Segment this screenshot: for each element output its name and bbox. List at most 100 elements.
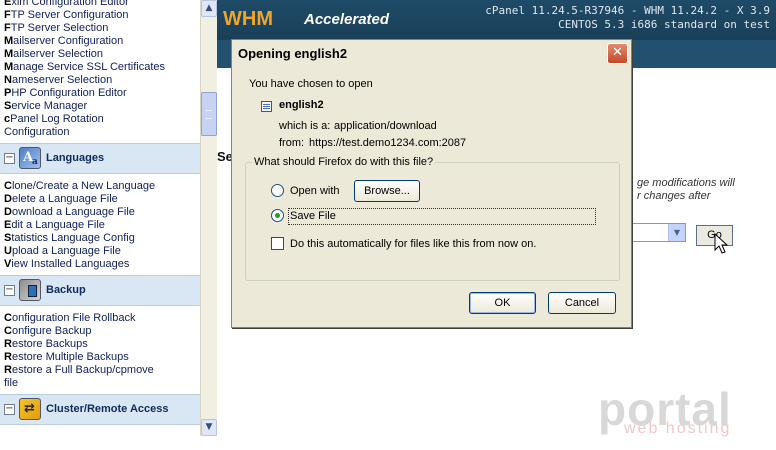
sidebar-link-item[interactable]: Manage Service SSL Certificates bbox=[0, 61, 200, 74]
collapse-toggle-icon[interactable]: − bbox=[4, 285, 15, 296]
whm-logo-accent: Accelerated bbox=[304, 11, 390, 28]
action-question: What should Firefox do with this file? bbox=[252, 156, 436, 168]
sidebar-link-item[interactable]: PHP Configuration Editor bbox=[0, 87, 200, 100]
section-backup-header[interactable]: − Backup bbox=[0, 275, 200, 306]
sidebar-link-item-label: anage Service SSL Certificates bbox=[13, 61, 166, 73]
collapse-toggle-icon[interactable]: − bbox=[4, 404, 15, 415]
sidebar-link-item[interactable]: FTP Server Selection bbox=[0, 22, 200, 35]
languages-list: Clone/Create a New Language Delete a Lang… bbox=[0, 180, 200, 271]
download-dialog: Opening english2 ✕ You have chosen to op… bbox=[231, 39, 632, 328]
sidebar-link-item-key: F bbox=[4, 9, 11, 21]
chevron-down-icon[interactable]: ▼ bbox=[668, 224, 685, 241]
browse-button[interactable]: Browse... bbox=[354, 180, 420, 202]
backup-link-item[interactable]: Restore Multiple Backups bbox=[0, 351, 200, 364]
sidebar-link-item-label: ailserver Configuration bbox=[13, 35, 124, 47]
languages-link-item[interactable]: View Installed Languages bbox=[0, 258, 200, 271]
backup-link-item-label: estore Backups bbox=[11, 338, 88, 350]
ok-button[interactable]: OK bbox=[469, 292, 536, 314]
backup-link-item-label: file bbox=[4, 377, 19, 389]
sidebar-top-list: Exim Configuration Editor FTP Server Conf… bbox=[0, 0, 200, 139]
sidebar-link-item[interactable]: Service Manager bbox=[0, 100, 200, 113]
sidebar-link-item-label: ervice Manager bbox=[11, 100, 88, 112]
languages-link-item-label: dit a Language File bbox=[11, 219, 105, 231]
sidebar-link-item-label: Configuration bbox=[4, 126, 70, 138]
sidebar-link-item-label: xim Configuration Editor bbox=[11, 0, 129, 8]
backup-link-item-label: estore a Full Backup/cpmove bbox=[11, 364, 154, 376]
sidebar-scrollbar[interactable]: ▲ ▼ bbox=[200, 0, 217, 436]
file-source-label: from: bbox=[279, 137, 305, 149]
save-file-radio[interactable] bbox=[271, 209, 284, 222]
sidebar-link-item-key: F bbox=[4, 22, 11, 34]
sidebar-link-item-label: TP Server Selection bbox=[10, 22, 109, 34]
backup-icon bbox=[19, 279, 41, 301]
backup-link-item-label: estore Multiple Backups bbox=[11, 351, 129, 363]
section-languages-header[interactable]: − A a Languages bbox=[0, 143, 200, 174]
languages-link-item-label: elete a Language File bbox=[11, 193, 118, 205]
collapse-toggle-icon[interactable]: − bbox=[4, 153, 15, 164]
languages-link-item[interactable]: Download a Language File bbox=[0, 206, 200, 219]
sidebar-link-item-label: TP Server Configuration bbox=[10, 9, 129, 21]
sidebar-link-item[interactable]: Mailserver Configuration bbox=[0, 35, 200, 48]
backup-link-item-key: C bbox=[4, 312, 12, 324]
cancel-button[interactable]: Cancel bbox=[548, 292, 616, 314]
section-backup-title: Backup bbox=[46, 284, 86, 296]
save-file-label[interactable]: Save File bbox=[290, 210, 336, 222]
backup-link-item-key: C bbox=[4, 325, 12, 337]
sidebar-link-item-label: Panel Log Rotation bbox=[10, 113, 104, 125]
note-line-2: r changes after bbox=[637, 190, 711, 202]
open-with-radio[interactable] bbox=[271, 184, 284, 197]
sidebar-link-item[interactable]: Exim Configuration Editor bbox=[0, 0, 200, 9]
backup-link-item-key: R bbox=[4, 338, 12, 350]
backup-link-item[interactable]: Configuration File Rollback bbox=[0, 312, 200, 325]
languages-link-item-label: tatistics Language Config bbox=[11, 232, 135, 244]
sidebar-link-item[interactable]: FTP Server Configuration bbox=[0, 9, 200, 22]
sidebar-link-item-key: M bbox=[4, 35, 14, 47]
sidebar-link-item-key: M bbox=[4, 48, 14, 60]
languages-link-item-key: U bbox=[4, 245, 12, 257]
file-icon bbox=[261, 101, 272, 112]
sidebar-link-item[interactable]: cPanel Log Rotation bbox=[0, 113, 200, 126]
languages-link-item[interactable]: Edit a Language File bbox=[0, 219, 200, 232]
scroll-up-icon[interactable]: ▲ bbox=[201, 0, 217, 17]
sidebar-link-item-label: HP Configuration Editor bbox=[11, 87, 127, 99]
dialog-title: Opening english2 bbox=[238, 46, 348, 61]
open-with-label[interactable]: Open with bbox=[290, 185, 340, 197]
languages-link-item-key: D bbox=[4, 206, 12, 218]
section-cluster-title: Cluster/Remote Access bbox=[46, 403, 169, 415]
sidebar-link-item[interactable]: Configuration bbox=[0, 126, 200, 139]
scroll-down-icon[interactable]: ▼ bbox=[201, 419, 217, 436]
section-languages-title: Languages bbox=[46, 152, 105, 164]
sidebar: Exim Configuration Editor FTP Server Conf… bbox=[0, 0, 200, 450]
sidebar-link-item-key: N bbox=[4, 74, 12, 86]
languages-link-item-key: C bbox=[4, 180, 12, 192]
languages-link-item[interactable]: Clone/Create a New Language bbox=[0, 180, 200, 193]
languages-link-item[interactable]: Statistics Language Config bbox=[0, 232, 200, 245]
whm-logo: WHM bbox=[223, 8, 273, 30]
sidebar-link-item-label: ailserver Selection bbox=[13, 48, 104, 60]
languages-link-item-label: lone/Create a New Language bbox=[11, 180, 156, 192]
sidebar-link-item[interactable]: Mailserver Selection bbox=[0, 48, 200, 61]
backup-link-item[interactable]: Configure Backup bbox=[0, 325, 200, 338]
dialog-intro: You have chosen to open bbox=[249, 78, 373, 90]
language-select[interactable]: ▼ bbox=[632, 223, 686, 242]
file-source-value: https://test.demo1234.com:2087 bbox=[309, 137, 467, 149]
note-line-1: ge modifications will bbox=[637, 177, 735, 189]
backup-link-item-key: R bbox=[4, 364, 12, 376]
scrollbar-thumb[interactable] bbox=[201, 92, 217, 136]
section-cluster-header[interactable]: − ⇄ Cluster/Remote Access bbox=[0, 394, 200, 425]
backup-link-item[interactable]: file bbox=[0, 377, 200, 390]
auto-checkbox[interactable] bbox=[271, 237, 284, 250]
languages-link-item[interactable]: Upload a Language File bbox=[0, 245, 200, 258]
auto-label[interactable]: Do this automatically for files like thi… bbox=[290, 238, 536, 250]
file-type-label: which is a: bbox=[279, 120, 331, 132]
backup-link-item-label: onfigure Backup bbox=[11, 325, 92, 337]
sidebar-link-item[interactable]: Nameserver Selection bbox=[0, 74, 200, 87]
server-line: CENTOS 5.3 i686 standard on test bbox=[558, 18, 770, 31]
backup-link-item[interactable]: Restore a Full Backup/cpmove bbox=[0, 364, 200, 377]
languages-link-item[interactable]: Delete a Language File bbox=[0, 193, 200, 206]
file-type-value: application/download bbox=[334, 120, 437, 132]
watermark-tagline: web hosting bbox=[624, 420, 732, 437]
close-icon[interactable]: ✕ bbox=[607, 43, 628, 64]
dialog-titlebar[interactable]: Opening english2 ✕ bbox=[232, 40, 631, 67]
backup-link-item[interactable]: Restore Backups bbox=[0, 338, 200, 351]
